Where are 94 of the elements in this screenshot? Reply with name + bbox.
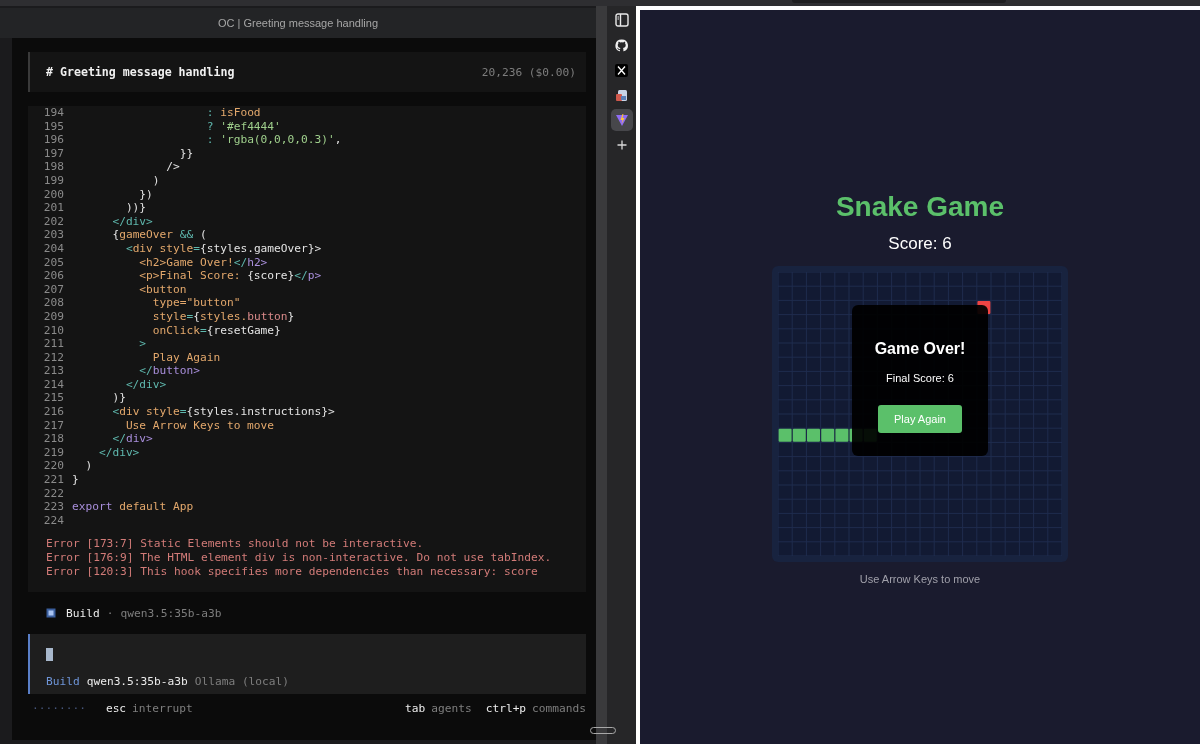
agent-name: Build: [46, 675, 80, 688]
line-number: 210: [42, 323, 65, 338]
sidebar-panel-icon: [614, 13, 629, 27]
line-number: 222: [42, 486, 65, 501]
line-number: 203: [42, 228, 65, 242]
line-number: 195: [42, 119, 65, 134]
code-line: </button>: [138, 364, 200, 378]
shortcut-label: commands: [532, 701, 586, 715]
code-line: ))}: [124, 201, 147, 215]
line-number: 223: [42, 500, 65, 514]
line-number: 214: [42, 377, 65, 392]
code-line: }: [72, 473, 79, 487]
shortcut-label: agents: [431, 701, 472, 715]
line-number: 219: [42, 445, 65, 460]
line-number: 209: [42, 309, 65, 324]
session-title: # Greeting message handling: [46, 65, 235, 79]
line-number: 213: [42, 364, 65, 378]
code-line: <h2>Game Over!</h2>: [138, 255, 268, 270]
line-number: 200: [42, 187, 65, 202]
prompt-input[interactable]: Build qwen3.5:35b-a3b Ollama (local): [28, 634, 586, 694]
code-line: <button: [138, 282, 187, 297]
code-line: ): [151, 173, 160, 188]
line-number: 224: [42, 513, 65, 528]
code-line: </div>: [111, 214, 153, 229]
shortcut-key: tab: [405, 701, 426, 715]
code-line: <div style={styles.instructions}>: [111, 405, 335, 419]
progress-dots: ········: [32, 701, 86, 715]
app-icon: [615, 88, 628, 102]
line-number: 220: [42, 459, 65, 474]
score-text: Score: 6: [888, 234, 952, 254]
code-line: style={styles.button}: [151, 309, 295, 324]
square-icon: [46, 608, 56, 618]
code-line: ): [84, 459, 93, 474]
line-number: 221: [42, 473, 65, 487]
code-line: Play Again: [151, 350, 221, 365]
line-number: 217: [42, 418, 65, 433]
code-line: </div>: [97, 445, 140, 460]
code-line: {gameOver && (: [111, 228, 207, 242]
lightning-triangle-icon: [614, 113, 629, 127]
line-number: 194: [42, 106, 65, 120]
cat-silhouette-icon: [615, 38, 628, 52]
code-line: : 'rgba(0,0,0,0.3)',: [205, 133, 342, 147]
plus-icon: [616, 140, 627, 150]
code-line: </div>: [111, 432, 153, 446]
code-line: : isFood: [205, 106, 261, 120]
line-number: 196: [42, 133, 65, 147]
line-number: 202: [42, 214, 65, 229]
token-usage: 20,236 ($0.00): [481, 65, 576, 79]
code-line: </div>: [124, 377, 167, 392]
agent-name: Build: [66, 606, 100, 620]
error-message: Error [173:7] Static Elements should not be interactive.: [46, 537, 425, 551]
final-score-text: Final Score: 6: [886, 371, 954, 385]
code-line: <div style={styles.gameOver}>: [124, 241, 322, 256]
code-line: <p>Final Score: {score}</p>: [138, 269, 322, 283]
code-line: type="button": [151, 296, 241, 310]
line-number: 204: [42, 241, 65, 256]
line-number: 201: [42, 201, 65, 215]
model-name: qwen3.5:35b-a3b: [86, 675, 188, 688]
line-number: 212: [42, 350, 65, 365]
line-number: 197: [42, 146, 65, 161]
line-number: 205: [42, 255, 65, 270]
text-cursor: [46, 648, 53, 661]
code-line: Use Arrow Keys to move: [124, 418, 275, 433]
letter-x-icon: [615, 63, 628, 77]
code-line: }}: [178, 146, 194, 161]
code-line: }): [138, 187, 153, 202]
line-number: 207: [42, 282, 65, 297]
sidebar-item[interactable]: [610, 109, 633, 131]
code-line: export default App: [72, 500, 194, 514]
line-number: 198: [42, 160, 65, 174]
code-line: >: [138, 337, 147, 351]
line-number: 206: [42, 269, 65, 283]
shortcut-key: ctrl+p: [485, 701, 527, 715]
separator-dot: ·: [106, 606, 114, 620]
dialog-title: Game Over!: [874, 339, 966, 359]
shortcut-label: interrupt: [132, 701, 193, 715]
code-line: onClick={resetGame}: [151, 323, 281, 338]
code-line: />: [165, 160, 180, 174]
shortcut-key: esc: [105, 701, 127, 715]
instructions-text: Use Arrow Keys to move: [859, 573, 981, 585]
line-number: 215: [42, 391, 65, 406]
model-name: qwen3.5:35b-a3b: [120, 606, 222, 620]
provider-name: Ollama (local): [194, 675, 290, 688]
line-number: 218: [42, 432, 65, 446]
error-message: Error [120:3] This hook specifies more dependencies than necessary: score: [46, 564, 539, 579]
error-message: Error [176:9] The HTML element div is non-interactive. Do not use tabIndex.: [46, 551, 553, 565]
game-title: Snake Game: [835, 190, 1005, 224]
code-line: )}: [111, 391, 126, 406]
line-number: 199: [42, 173, 65, 188]
window-title: OC | Greeting message handling: [218, 17, 378, 29]
code-line: ? '#ef4444': [205, 119, 281, 134]
line-number: 211: [42, 337, 65, 351]
line-number: 208: [42, 296, 65, 310]
line-number: 216: [42, 405, 65, 419]
